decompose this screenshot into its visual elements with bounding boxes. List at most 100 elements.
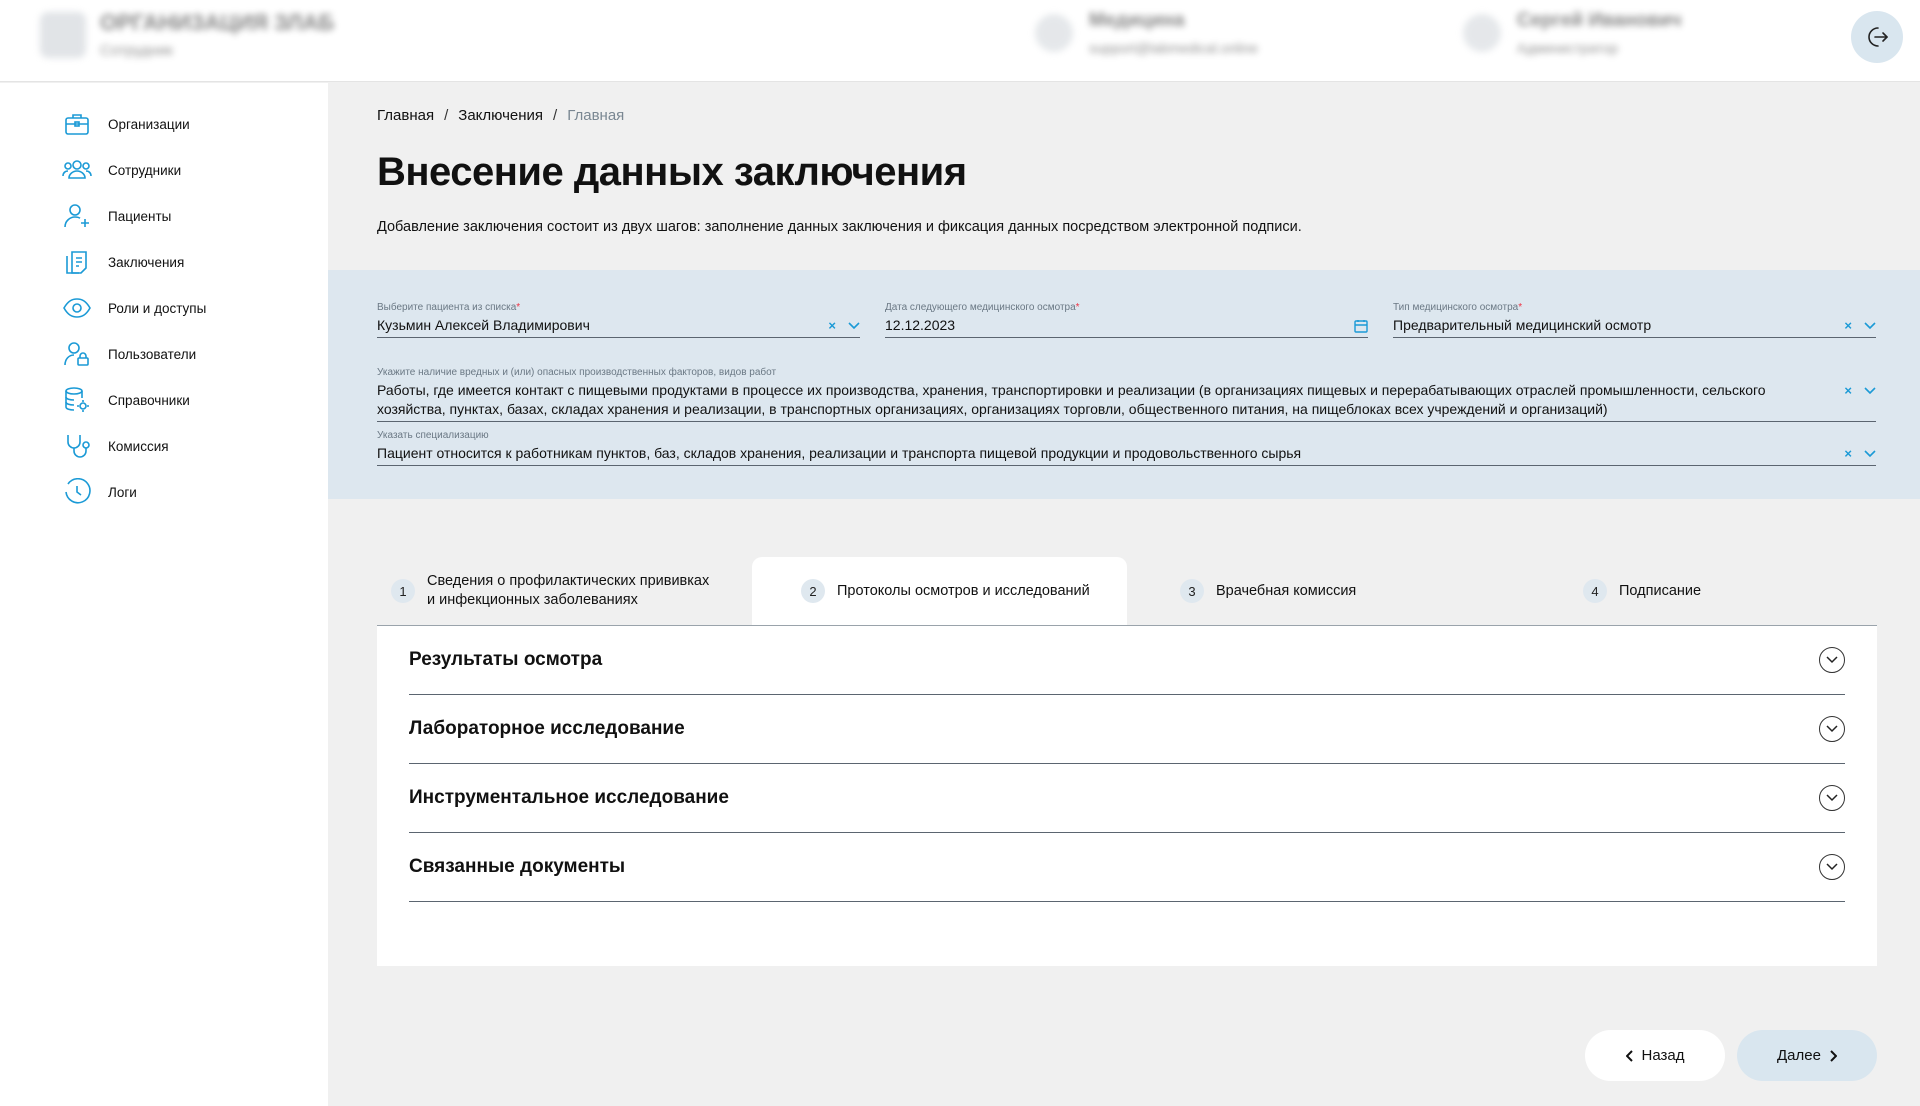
breadcrumb-conclusions[interactable]: Заключения	[458, 107, 543, 124]
back-button-label: Назад	[1641, 1047, 1685, 1064]
sidebar-item-conclusions[interactable]: Заключения	[62, 245, 184, 279]
clear-icon[interactable]: ×	[1844, 446, 1852, 461]
chevron-down-icon[interactable]	[1864, 321, 1876, 330]
accordion-related-documents[interactable]: Связанные документы	[409, 833, 1845, 902]
exam-type-label: Тип медицинского осмотра	[1393, 302, 1519, 313]
chevron-down-icon[interactable]	[1864, 386, 1876, 395]
sidebar-item-directories[interactable]: Справочники	[62, 383, 190, 417]
sidebar-item-label: Роли и доступы	[108, 300, 207, 316]
patient-select-label: Выберите пациента из списка	[377, 302, 517, 313]
sidebar-item-label: Организации	[108, 116, 190, 132]
sidebar-item-organizations[interactable]: Организации	[62, 107, 190, 141]
protocols-panel: Результаты осмотра Лабораторное исследов…	[377, 626, 1877, 966]
exam-type-select[interactable]: Тип медицинского осмотра* Предварительны…	[1393, 302, 1876, 338]
organization-name: ОРГАНИЗАЦИЯ ЗЛАБ	[100, 10, 335, 35]
tab-label: Сведения о профилактических прививках и и…	[427, 573, 710, 608]
tab-label: Протоколы осмотров и исследований	[837, 582, 1090, 599]
sidebar-item-users[interactable]: Пользователи	[62, 337, 196, 371]
tab-signing[interactable]: 4 Подписание	[1502, 557, 1877, 625]
tab-number: 1	[391, 579, 415, 603]
tab-label: Подписание	[1619, 582, 1702, 599]
tab-medical-commission[interactable]: 3 Врачебная комиссия	[1127, 557, 1502, 625]
organization-role: Сотрудник	[100, 42, 173, 59]
chevron-right-icon	[1830, 1049, 1837, 1062]
tab-label: Врачебная комиссия	[1216, 582, 1357, 599]
sidebar-item-roles[interactable]: Роли и доступы	[62, 291, 206, 325]
accordion-exam-results[interactable]: Результаты осмотра	[409, 626, 1845, 695]
accordion-title: Связанные документы	[409, 856, 626, 877]
sidebar: Организации Сотрудники Пациенты Заключен…	[0, 83, 328, 1106]
calendar-icon[interactable]	[1354, 319, 1368, 333]
user-name: Сергей Иванович	[1517, 10, 1682, 31]
specialization-select[interactable]: Указать специализацию Пациент относится …	[377, 430, 1876, 466]
service-block[interactable]: Медицина support@labmedical.online	[1035, 10, 1258, 56]
chevron-down-icon[interactable]	[1819, 785, 1845, 811]
sidebar-item-commission[interactable]: Комиссия	[62, 429, 169, 463]
tab-number: 4	[1583, 579, 1607, 603]
breadcrumb-separator: /	[444, 107, 449, 124]
tab-vaccinations[interactable]: 1 Сведения о профилактических прививках и…	[377, 557, 752, 625]
exam-type-value: Предварительный медицинский осмотр	[1393, 317, 1652, 333]
chevron-down-icon[interactable]	[1819, 854, 1845, 880]
clear-icon[interactable]: ×	[1844, 383, 1852, 398]
accordion-lab-research[interactable]: Лабораторное исследование	[409, 695, 1845, 764]
sidebar-item-patients[interactable]: Пациенты	[62, 199, 171, 233]
tab-number: 2	[801, 579, 825, 603]
specialization-value: Пациент относится к работникам пунктов, …	[377, 445, 1302, 461]
clock-icon	[62, 477, 92, 507]
chevron-down-icon[interactable]	[848, 321, 860, 330]
service-title: Медицина	[1089, 10, 1185, 31]
next-exam-date-field[interactable]: Дата следующего медицинского осмотра* 12…	[885, 302, 1368, 338]
briefcase-icon	[62, 109, 92, 139]
factors-label: Укажите наличие вредных и (или) опасных …	[377, 367, 777, 378]
sidebar-item-logs[interactable]: Логи	[62, 475, 137, 509]
chevron-down-icon[interactable]	[1819, 647, 1845, 673]
sidebar-item-label: Пользователи	[108, 346, 197, 362]
page-title: Внесение данных заключения	[377, 150, 967, 194]
patient-select-value: Кузьмин Алексей Владимирович	[377, 317, 590, 333]
factors-select[interactable]: Укажите наличие вредных и (или) опасных …	[377, 367, 1876, 422]
chevron-left-icon	[1625, 1049, 1633, 1062]
next-exam-date-label: Дата следующего медицинского осмотра	[885, 302, 1076, 313]
user-plus-icon	[62, 201, 92, 231]
user-block[interactable]: Сергей Иванович Администратор	[1463, 10, 1681, 56]
database-gear-icon	[62, 385, 92, 415]
step-tabs: 1 Сведения о профилактических прививках и…	[377, 557, 1877, 626]
patient-select[interactable]: Выберите пациента из списка* Кузьмин Але…	[377, 302, 860, 338]
sidebar-item-label: Справочники	[108, 392, 190, 408]
required-mark: *	[516, 302, 521, 313]
clear-icon[interactable]: ×	[828, 318, 836, 333]
tab-number: 3	[1180, 579, 1204, 603]
logout-button[interactable]	[1851, 11, 1903, 63]
required-mark: *	[1518, 302, 1523, 313]
chevron-down-icon[interactable]	[1819, 716, 1845, 742]
service-icon	[1035, 14, 1073, 52]
specialization-label: Указать специализацию	[377, 430, 489, 441]
documents-icon	[62, 247, 92, 277]
accordion-instrumental-research[interactable]: Инструментальное исследование	[409, 764, 1845, 833]
sidebar-item-label: Пациенты	[108, 208, 172, 224]
eye-icon	[62, 293, 92, 323]
accordion-title: Лабораторное исследование	[409, 718, 685, 739]
organization-block[interactable]: ОРГАНИЗАЦИЯ ЗЛАБ Сотрудник	[40, 10, 334, 59]
required-mark: *	[1075, 302, 1080, 313]
service-email: support@labmedical.online	[1089, 40, 1259, 56]
user-lock-icon	[62, 339, 92, 369]
conclusion-form: Выберите пациента из списка* Кузьмин Але…	[328, 270, 1920, 499]
breadcrumb-home[interactable]: Главная	[377, 107, 434, 124]
stethoscope-icon	[62, 431, 92, 461]
logout-icon	[1868, 27, 1888, 47]
chevron-down-icon[interactable]	[1864, 449, 1876, 458]
sidebar-item-label: Комиссия	[108, 438, 169, 454]
sidebar-item-employees[interactable]: Сотрудники	[62, 153, 181, 187]
back-button[interactable]: Назад	[1585, 1030, 1725, 1081]
accordion-title: Результаты осмотра	[409, 649, 603, 670]
user-role: Администратор	[1517, 40, 1619, 56]
tab-protocols[interactable]: 2 Протоколы осмотров и исследований	[752, 557, 1127, 625]
users-icon	[62, 155, 92, 185]
clear-icon[interactable]: ×	[1844, 318, 1852, 333]
next-button[interactable]: Далее	[1737, 1030, 1877, 1081]
breadcrumb-separator: /	[553, 107, 558, 124]
sidebar-item-label: Сотрудники	[108, 162, 182, 178]
sidebar-item-label: Заключения	[108, 254, 185, 270]
